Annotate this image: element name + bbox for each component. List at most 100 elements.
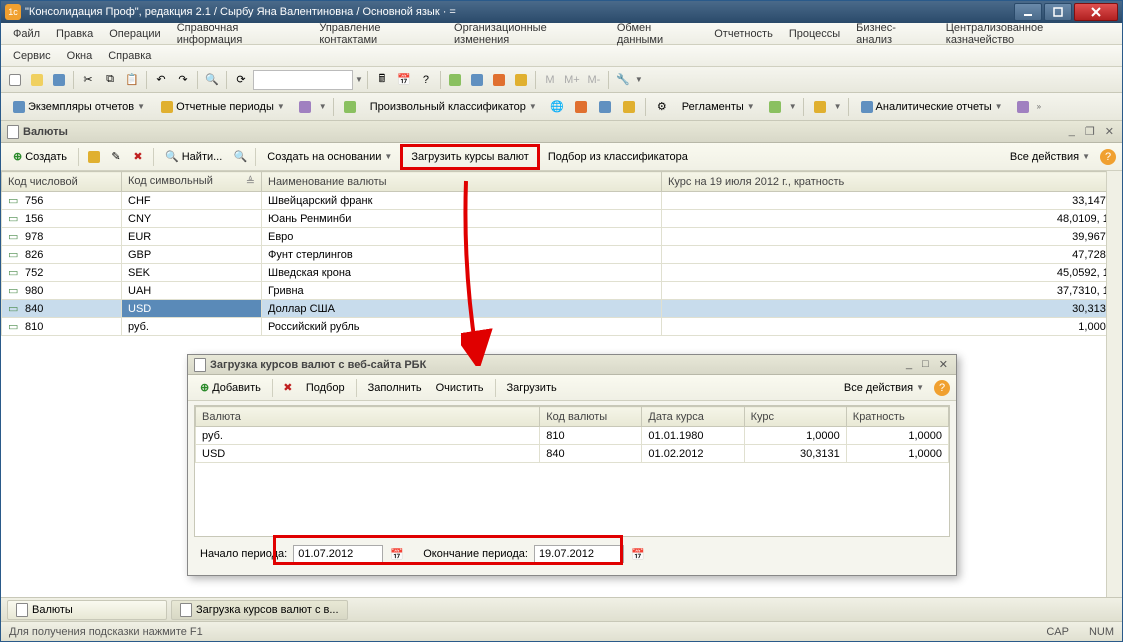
open-icon[interactable] <box>27 70 47 90</box>
find-button[interactable]: 🔍Найти... <box>159 147 228 166</box>
help-icon[interactable]: ? <box>416 70 436 90</box>
copy-icon[interactable]: ⧉ <box>100 70 120 90</box>
col-numeric-code[interactable]: Код числовой <box>2 172 122 192</box>
menu-file[interactable]: Файл <box>7 26 46 42</box>
tb2-gear-icon[interactable]: ⚙ <box>652 97 672 117</box>
cut-icon[interactable]: ✂ <box>78 70 98 90</box>
load-rates-button[interactable]: Загрузить курсы валют <box>405 148 534 166</box>
dcol-date[interactable]: Дата курса <box>642 407 744 427</box>
menu-reporting[interactable]: Отчетность <box>708 26 779 42</box>
col-currency-name[interactable]: Наименование валюты <box>262 172 662 192</box>
mminus-icon[interactable]: M- <box>584 70 604 90</box>
refresh-icon[interactable]: ⟳ <box>231 70 251 90</box>
mplus-icon[interactable]: M+ <box>562 70 582 90</box>
table-row[interactable]: ▭ 752SEKШведская крона45,0592, 10 <box>2 264 1122 282</box>
tb2-icon7[interactable] <box>810 97 830 117</box>
calendar-icon[interactable]: 📅 <box>394 70 414 90</box>
table-row[interactable]: руб.81001.01.19801,00001,0000 <box>196 427 949 445</box>
regulations-button[interactable]: Регламенты▼ <box>676 98 761 116</box>
tb2-icon6[interactable] <box>765 97 785 117</box>
table-row[interactable]: USD84001.02.201230,31311,0000 <box>196 445 949 463</box>
menu-orgchanges[interactable]: Организационные изменения <box>448 20 607 48</box>
dcol-code[interactable]: Код валюты <box>540 407 642 427</box>
table-row[interactable]: ▭ 826GBPФунт стерлингов47,7280, <box>2 246 1122 264</box>
menu-operations[interactable]: Операции <box>103 26 166 42</box>
classifier-button[interactable]: Произвольный классификатор▼ <box>364 98 543 116</box>
dropdown-icon[interactable]: ▼ <box>355 75 363 84</box>
tool2-icon[interactable] <box>467 70 487 90</box>
tasktab-loadrates[interactable]: Загрузка курсов валют с в... <box>171 600 348 620</box>
menu-windows[interactable]: Окна <box>61 48 99 64</box>
menu-exchange[interactable]: Обмен данными <box>611 20 704 48</box>
analytic-reports-button[interactable]: Аналитические отчеты▼ <box>855 98 1009 116</box>
help-panel-icon[interactable]: ? <box>1100 149 1116 165</box>
menu-contacts[interactable]: Управление контактами <box>313 20 444 48</box>
tb2-icon5[interactable] <box>619 97 639 117</box>
calendar-icon[interactable]: 📅 <box>389 546 405 562</box>
menu-processes[interactable]: Процессы <box>783 26 846 42</box>
edit-icon[interactable]: ✎ <box>106 147 126 167</box>
panel-close-icon[interactable]: ✕ <box>1103 125 1116 138</box>
copy-record-icon[interactable] <box>84 147 104 167</box>
dialog-load-button[interactable]: Загрузить <box>501 379 563 397</box>
tb2-icon1[interactable] <box>295 97 315 117</box>
tb2-icon3[interactable] <box>571 97 591 117</box>
col-rate[interactable]: Курс на 19 июля 2012 г., кратность <box>662 172 1122 192</box>
col-symbol-code[interactable]: Код символьный ≜ <box>122 172 262 192</box>
dialog-help-icon[interactable]: ? <box>934 380 950 396</box>
delete-icon[interactable]: ✖ <box>128 147 148 167</box>
tb2-globe-icon[interactable]: 🌐 <box>547 97 567 117</box>
tool3-icon[interactable] <box>489 70 509 90</box>
table-row[interactable]: ▭ 840USDДоллар США30,3131, <box>2 300 1122 318</box>
minimize-button[interactable] <box>1014 3 1042 21</box>
menu-service[interactable]: Сервис <box>7 48 57 64</box>
new-icon[interactable] <box>5 70 25 90</box>
redo-icon[interactable]: ↷ <box>173 70 193 90</box>
tb2-icon4[interactable] <box>595 97 615 117</box>
tb2-icon2[interactable] <box>340 97 360 117</box>
calendar-icon[interactable]: 📅 <box>630 546 646 562</box>
table-row[interactable]: ▭ 156CNYЮань Ренминби48,0109, 10 <box>2 210 1122 228</box>
dialog-pick-button[interactable]: Подбор <box>300 379 351 397</box>
dialog-close-icon[interactable]: ✕ <box>937 358 950 371</box>
panel-restore-icon[interactable]: ❐ <box>1083 125 1097 138</box>
table-row[interactable]: ▭ 756CHFШвейцарский франк33,1472, <box>2 192 1122 210</box>
create-button[interactable]: ⊕Создать <box>7 147 73 166</box>
tb2-icon8[interactable] <box>1013 97 1033 117</box>
dialog-clear-button[interactable]: Очистить <box>430 379 490 397</box>
tasktab-currencies[interactable]: Валюты <box>7 600 167 620</box>
panel-min-icon[interactable]: _ <box>1067 125 1077 138</box>
table-row[interactable]: ▭ 978EURЕвро39,9678, <box>2 228 1122 246</box>
dialog-add-button[interactable]: ⊕Добавить <box>194 378 267 397</box>
menu-bianalysis[interactable]: Бизнес-анализ <box>850 20 936 48</box>
scrollbar[interactable] <box>1106 171 1122 621</box>
maximize-button[interactable] <box>1044 3 1072 21</box>
dialog-all-actions-button[interactable]: Все действия▼ <box>838 379 930 397</box>
paste-icon[interactable]: 📋 <box>122 70 142 90</box>
table-row[interactable]: ▭ 810руб.Российский рубль1,0000, <box>2 318 1122 336</box>
undo-icon[interactable]: ↶ <box>151 70 171 90</box>
close-button[interactable] <box>1074 3 1118 21</box>
dcol-rate[interactable]: Курс <box>744 407 846 427</box>
all-actions-button[interactable]: Все действия▼ <box>1004 148 1096 166</box>
dialog-min-icon[interactable]: _ <box>904 358 914 371</box>
menu-treasury[interactable]: Централизованное казначейство <box>940 20 1116 48</box>
dcol-mult[interactable]: Кратность <box>846 407 948 427</box>
menu-help[interactable]: Справка <box>102 48 157 64</box>
save-icon[interactable] <box>49 70 69 90</box>
search-icon[interactable]: 🔍 <box>202 70 222 90</box>
tool4-icon[interactable] <box>511 70 531 90</box>
start-period-input[interactable] <box>293 545 383 563</box>
wrench-icon[interactable]: 🔧 <box>613 70 633 90</box>
dialog-delete-icon[interactable]: ✖ <box>278 378 298 398</box>
tool-icon[interactable] <box>445 70 465 90</box>
dcol-currency[interactable]: Валюта <box>196 407 540 427</box>
dialog-max-icon[interactable]: □ <box>920 358 931 371</box>
menu-edit[interactable]: Правка <box>50 26 99 42</box>
dialog-fill-button[interactable]: Заполнить <box>362 379 428 397</box>
menu-reference[interactable]: Справочная информация <box>171 20 310 48</box>
table-row[interactable]: ▭ 980UAHГривна37,7310, 10 <box>2 282 1122 300</box>
report-periods-button[interactable]: Отчетные периоды▼ <box>155 98 291 116</box>
end-period-input[interactable] <box>534 545 624 563</box>
from-classifier-button[interactable]: Подбор из классификатора <box>542 148 694 166</box>
